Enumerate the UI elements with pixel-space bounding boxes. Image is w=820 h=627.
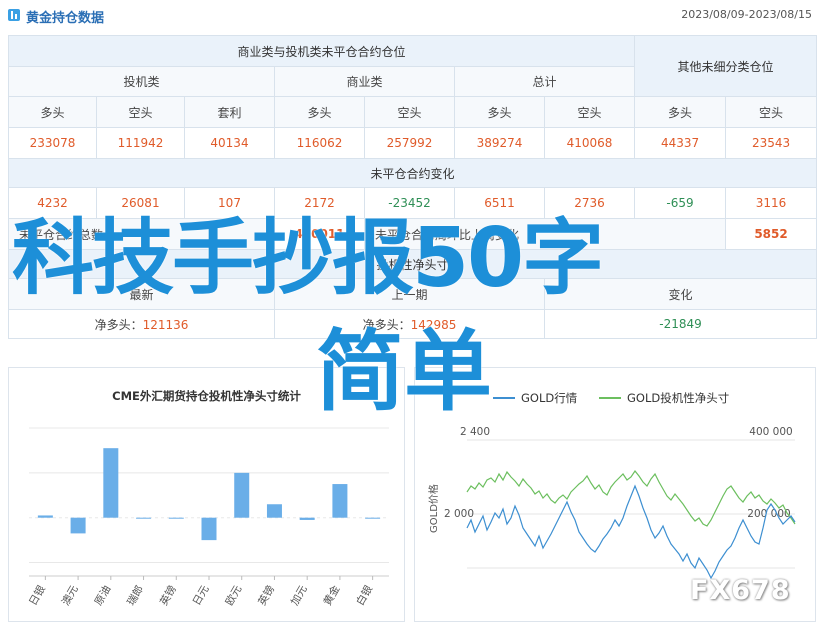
cell-value: 410068: [543, 127, 636, 159]
bar[interactable]: [365, 517, 381, 519]
subheader-total: 总计: [453, 66, 636, 97]
bar[interactable]: [168, 517, 184, 519]
col-long: 多头: [634, 96, 727, 128]
x-tick-label: 英镑: [255, 583, 277, 608]
net-prefix: 净多头：: [94, 317, 143, 332]
cme-net-position-panel: CME外汇期货持仓投机性净头寸统计 日银 澳元 原油 瑞郎 英镑 日元 欧元 英镑 加元 黄金 白银: [8, 367, 405, 622]
watermark-logo: FX678: [690, 575, 791, 606]
col-short: 空头: [543, 96, 636, 128]
spec-net-header: 投机性净头寸: [7, 249, 818, 279]
bar[interactable]: [266, 504, 282, 518]
table-row: 未平仓合约总数 480011 未平仓合约周环比上周变化 5852: [8, 218, 818, 250]
legend-gold-price[interactable]: GOLD行情: [521, 391, 578, 405]
cell-value: 6511: [454, 187, 545, 219]
col-spread: 套利: [184, 96, 275, 128]
subheader-commercial: 商业类: [274, 66, 455, 97]
cell-value: 389274: [454, 127, 545, 159]
date-range: 2023/08/09-2023/08/15: [681, 8, 812, 21]
col-long: 多头: [454, 96, 545, 128]
oi-weekly-label: 未平仓合约周环比上周变化: [363, 218, 727, 250]
group-header-other: 其他未细分类仓位: [634, 35, 818, 97]
left-tick: 2 000: [444, 508, 474, 520]
cell-value: -659: [634, 187, 727, 219]
column-header-row: 多头 空头 套利 多头 空头 多头 空头 多头 空头: [8, 96, 818, 128]
top-bar: 黄金持仓数据 2023/08/09-2023/08/15: [0, 0, 820, 30]
subheader-speculative: 投机类: [8, 66, 275, 97]
right-tick: 200 000: [747, 508, 790, 520]
cell-value: 116062: [274, 127, 365, 159]
cell-value: 23543: [725, 127, 818, 159]
oi-total-label: 未平仓合约总数: [8, 218, 275, 250]
cell-value: 111942: [96, 127, 185, 159]
x-tick-label: 日元: [191, 583, 212, 608]
prev-net-value: 142985: [410, 317, 457, 332]
latest-net-value: 121136: [142, 317, 189, 332]
latest-net-cell: 净多头：121136: [8, 309, 275, 339]
x-tick-label: 白银: [353, 583, 375, 608]
col-long: 多头: [274, 96, 365, 128]
x-tick-label: 日银: [26, 583, 48, 608]
cell-value: -23452: [364, 187, 455, 219]
cell-value: 233078: [8, 127, 97, 159]
table-row: 4232 26081 107 2172 -23452 6511 2736 -65…: [8, 187, 818, 219]
x-tick-label: 瑞郎: [124, 583, 146, 608]
x-tick-label: 原油: [92, 583, 114, 608]
series-gold-net-line: [466, 469, 796, 527]
bar[interactable]: [234, 472, 250, 518]
cell-value: 2736: [543, 187, 636, 219]
cell-value: 44337: [634, 127, 727, 159]
x-tick-label: 欧元: [223, 583, 244, 608]
bar[interactable]: [201, 517, 217, 541]
oi-total-value: 480011: [274, 218, 365, 250]
bar-chart: 日银 澳元 原油 瑞郎 英镑 日元 欧元 英镑 加元 黄金 白银: [26, 427, 389, 608]
series-gold-price-line: [466, 484, 796, 580]
col-short: 空头: [364, 96, 455, 128]
cell-value: 40134: [184, 127, 275, 159]
chart-title: CME外汇期货持仓投机性净头寸统计: [112, 389, 301, 403]
bar[interactable]: [332, 484, 348, 518]
cell-value: 26081: [96, 187, 185, 219]
col-short: 空头: [725, 96, 818, 128]
group-header-main: 商业类与投机类未平仓合约仓位: [7, 35, 636, 67]
col-short: 空头: [96, 96, 185, 128]
table-row: 净多头：121136 净多头：142985 -21849: [8, 309, 818, 339]
oi-change-header: 未平仓合约变化: [7, 158, 818, 188]
bar[interactable]: [299, 517, 315, 520]
cell-value: 3116: [725, 187, 818, 219]
bar[interactable]: [136, 517, 152, 519]
bar[interactable]: [37, 515, 53, 518]
bar-chart-icon: [8, 9, 20, 21]
change-label: 变化: [543, 278, 818, 310]
x-tick-label: 澳元: [59, 583, 81, 608]
x-tick-label: 加元: [289, 583, 310, 608]
positions-table: 商业类与投机类未平仓合约仓位 其他未细分类仓位 投机类 商业类 总计 多头 空头…: [7, 35, 818, 339]
left-axis-label: GOLD价格: [427, 484, 440, 533]
net-prefix: 净多头：: [362, 317, 411, 332]
latest-label: 最新: [8, 278, 275, 310]
left-tick: 2 400: [460, 426, 490, 438]
prev-label: 上一期: [274, 278, 545, 310]
net-change-value: -21849: [543, 309, 818, 339]
col-long: 多头: [8, 96, 97, 128]
page-title: 黄金持仓数据: [26, 11, 105, 26]
oi-weekly-value: 5852: [725, 218, 818, 250]
bar[interactable]: [70, 517, 86, 534]
cell-value: 257992: [364, 127, 455, 159]
cell-value: 4232: [8, 187, 97, 219]
x-tick-label: 黄金: [321, 583, 343, 608]
bar[interactable]: [103, 448, 119, 518]
x-tick-label: 英镑: [157, 583, 179, 608]
cell-value: 2172: [274, 187, 365, 219]
prev-net-cell: 净多头：142985: [274, 309, 545, 339]
right-tick: 400 000: [749, 426, 792, 438]
legend-gold-net[interactable]: GOLD投机性净头寸: [627, 391, 729, 405]
positions-table-wrap: 商业类与投机类未平仓合约仓位 其他未细分类仓位 投机类 商业类 总计 多头 空头…: [7, 35, 818, 339]
table-row: 233078 111942 40134 116062 257992 389274…: [8, 127, 818, 159]
cell-value: 107: [184, 187, 275, 219]
